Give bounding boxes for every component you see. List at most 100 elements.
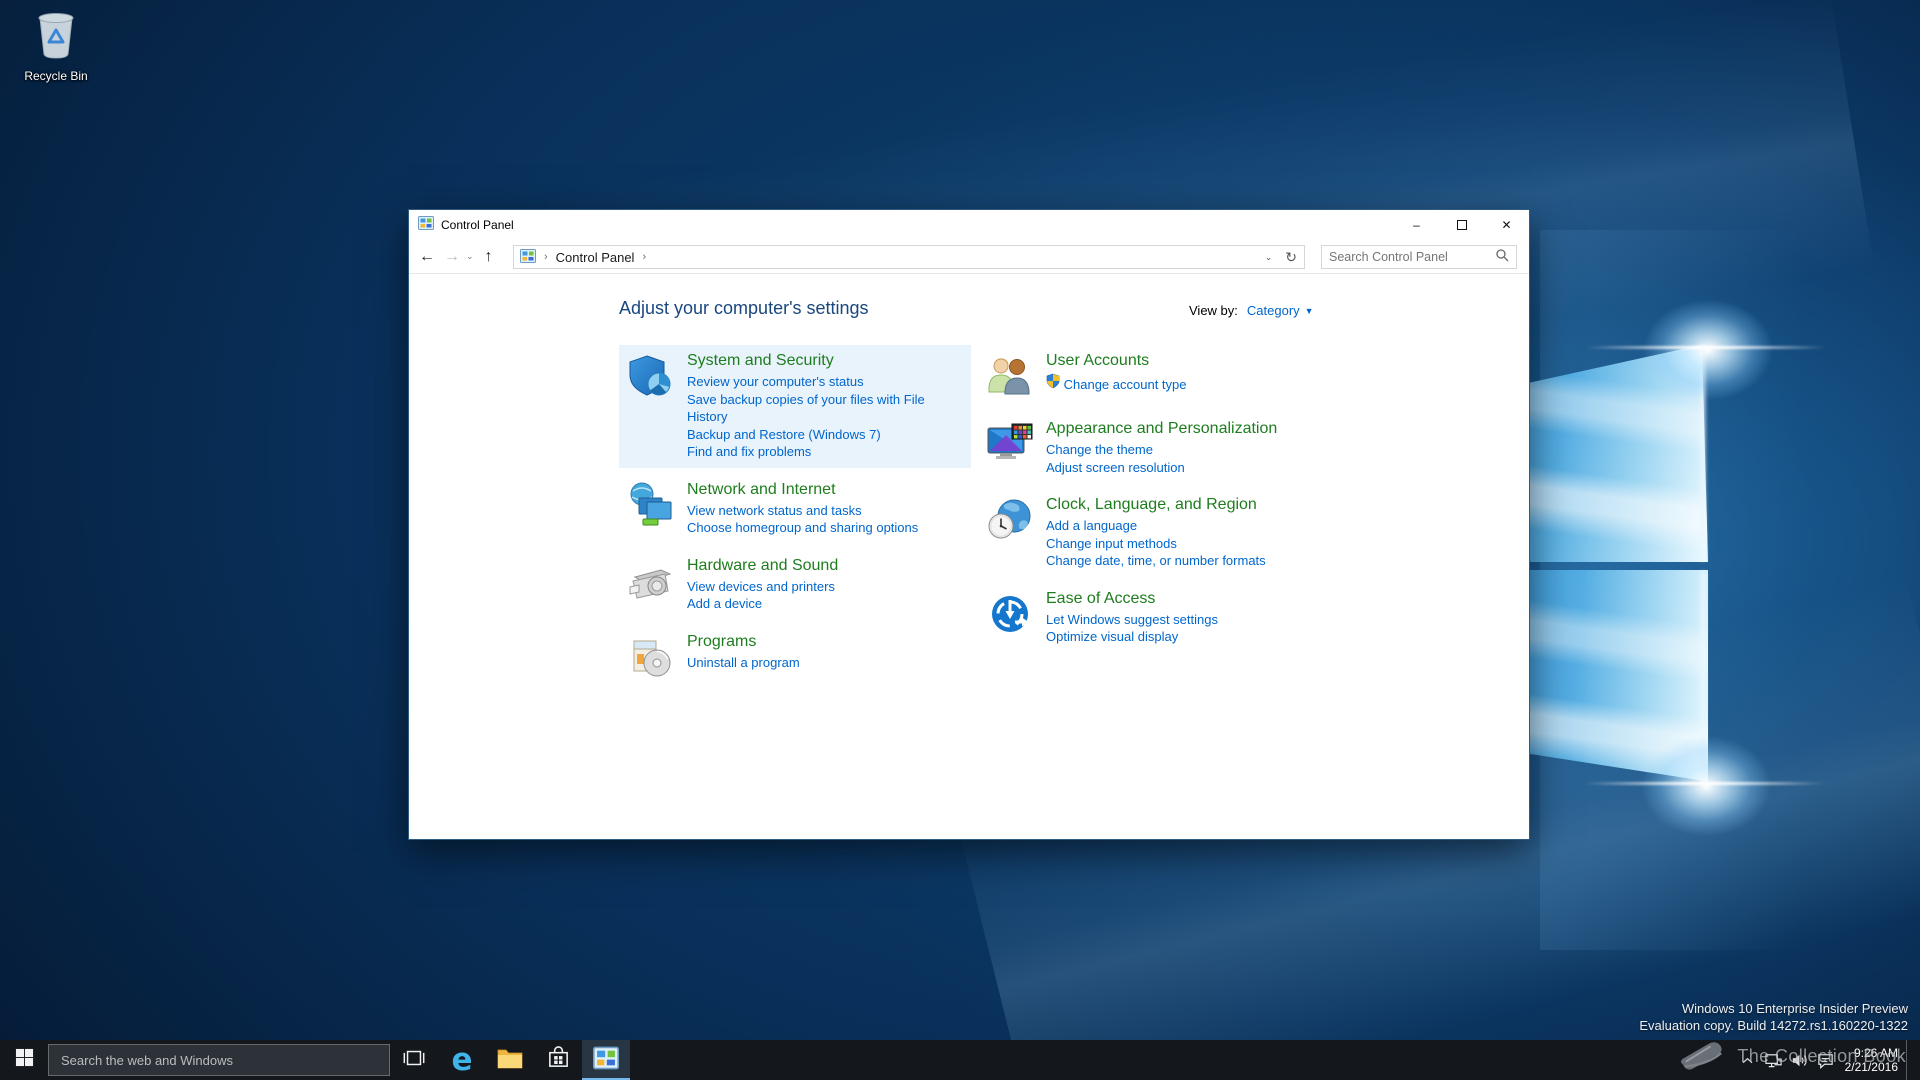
- address-dropdown-icon[interactable]: ⌄: [1258, 252, 1280, 263]
- task-link[interactable]: Adjust screen resolution: [1046, 459, 1277, 477]
- start-button[interactable]: [0, 1040, 48, 1080]
- control-panel-window: Control Panel – ✕ ← → ⌄ ↑ › Control Pane…: [408, 209, 1530, 840]
- window-title: Control Panel: [441, 218, 514, 232]
- task-link-change-account-type[interactable]: Change account type: [1046, 373, 1187, 394]
- task-link[interactable]: Find and fix problems: [687, 443, 963, 461]
- file-explorer-taskbar-button[interactable]: [486, 1040, 534, 1080]
- edge-taskbar-button[interactable]: e: [438, 1040, 486, 1080]
- system-tray: 9:26 AM 2/21/2016: [1735, 1040, 1920, 1080]
- category-network-and-internet[interactable]: Network and Internet View network status…: [619, 474, 971, 544]
- store-icon: [546, 1045, 571, 1075]
- category-appearance-personalization[interactable]: Appearance and Personalization Change th…: [978, 413, 1348, 483]
- control-panel-taskbar-button[interactable]: [582, 1040, 630, 1080]
- close-button[interactable]: ✕: [1484, 210, 1529, 239]
- clock-date: 2/21/2016: [1844, 1060, 1898, 1074]
- task-view-button[interactable]: [390, 1040, 438, 1080]
- category-column-left: System and Security Review your computer…: [619, 345, 971, 694]
- chevron-down-icon: ▼: [1304, 305, 1314, 316]
- windows-logo-icon: [15, 1048, 34, 1072]
- task-link[interactable]: Let Windows suggest settings: [1046, 611, 1218, 629]
- back-button[interactable]: ←: [419, 248, 435, 265]
- watermark-line1: Windows 10 Enterprise Insider Preview: [1681, 1001, 1908, 1016]
- task-link[interactable]: Add a language: [1046, 517, 1266, 535]
- uac-shield-icon: [1046, 373, 1064, 392]
- history-dropdown-icon[interactable]: ⌄: [466, 252, 474, 261]
- task-link[interactable]: Backup and Restore (Windows 7): [687, 426, 963, 444]
- minimize-icon: –: [1413, 217, 1420, 232]
- breadcrumb-control-panel[interactable]: Control Panel: [556, 250, 635, 265]
- windows-logo-flare: [1616, 716, 1796, 856]
- windows-logo-flare-spike: [1586, 346, 1826, 349]
- watermark-line2: Evaluation copy. Build 14272.rs1.160220-…: [1639, 1018, 1908, 1033]
- task-link[interactable]: Change input methods: [1046, 535, 1266, 553]
- recycle-bin-icon: [32, 13, 80, 66]
- task-link[interactable]: View devices and printers: [687, 578, 838, 596]
- volume-tray-icon[interactable]: [1787, 1040, 1813, 1080]
- category-title[interactable]: Network and Internet: [687, 481, 918, 499]
- task-link[interactable]: View network status and tasks: [687, 502, 918, 520]
- breadcrumb-chevron-icon[interactable]: ›: [544, 251, 548, 263]
- network-tray-icon[interactable]: [1761, 1040, 1787, 1080]
- file-explorer-icon: [497, 1047, 523, 1074]
- store-taskbar-button[interactable]: [534, 1040, 582, 1080]
- title-bar[interactable]: Control Panel – ✕: [409, 210, 1529, 240]
- task-link[interactable]: Save backup copies of your files with Fi…: [687, 391, 963, 426]
- taskbar-search-input[interactable]: [49, 1052, 389, 1068]
- show-desktop-button[interactable]: [1906, 1040, 1912, 1080]
- search-icon[interactable]: [1495, 248, 1509, 267]
- windows-logo-flare: [1618, 280, 1798, 420]
- category-title[interactable]: Clock, Language, and Region: [1046, 496, 1266, 514]
- task-link-label: Change account type: [1063, 377, 1187, 392]
- close-icon: ✕: [1501, 217, 1512, 232]
- appearance-personalization-icon: [986, 420, 1034, 468]
- category-title[interactable]: Hardware and Sound: [687, 557, 838, 575]
- programs-icon: [627, 633, 675, 681]
- view-by-dropdown[interactable]: Category ▼: [1247, 303, 1314, 318]
- task-link[interactable]: Change date, time, or number formats: [1046, 552, 1266, 570]
- category-programs[interactable]: Programs Uninstall a program: [619, 626, 971, 688]
- category-user-accounts[interactable]: User Accounts Change account type: [978, 345, 1348, 407]
- view-by-label: View by:: [1189, 303, 1238, 318]
- category-clock-language-region[interactable]: Clock, Language, and Region Add a langua…: [978, 489, 1348, 577]
- up-button[interactable]: ↑: [485, 248, 493, 265]
- maximize-icon: [1456, 219, 1467, 230]
- maximize-button[interactable]: [1439, 210, 1484, 239]
- ease-of-access-icon: [986, 590, 1034, 638]
- category-title[interactable]: User Accounts: [1046, 352, 1187, 370]
- category-title[interactable]: Appearance and Personalization: [1046, 420, 1277, 438]
- desktop: Recycle Bin Control Panel – ✕ ← → ⌄ ↑ › …: [0, 0, 1920, 1080]
- category-title[interactable]: Ease of Access: [1046, 590, 1218, 608]
- recycle-bin-label: Recycle Bin: [24, 69, 88, 83]
- refresh-icon[interactable]: ↻: [1279, 249, 1303, 266]
- action-center-tray-icon[interactable]: [1813, 1040, 1839, 1080]
- category-system-and-security[interactable]: System and Security Review your computer…: [619, 345, 971, 468]
- recycle-bin-desktop-icon[interactable]: Recycle Bin: [16, 8, 96, 83]
- category-hardware-and-sound[interactable]: Hardware and Sound View devices and prin…: [619, 550, 971, 620]
- search-input[interactable]: [1322, 250, 1495, 264]
- address-bar[interactable]: › Control Panel › ⌄ ↻: [513, 245, 1305, 269]
- search-box[interactable]: [1321, 245, 1517, 269]
- breadcrumb-chevron-icon[interactable]: ›: [642, 251, 646, 263]
- task-view-icon: [402, 1046, 426, 1075]
- task-link[interactable]: Add a device: [687, 595, 838, 613]
- category-title[interactable]: Programs: [687, 633, 800, 651]
- show-hidden-icons-button[interactable]: [1735, 1040, 1761, 1080]
- task-link[interactable]: Optimize visual display: [1046, 628, 1218, 646]
- system-security-icon: [627, 352, 675, 400]
- view-by-value: Category: [1246, 303, 1300, 318]
- task-link[interactable]: Change the theme: [1046, 441, 1277, 459]
- category-ease-of-access[interactable]: Ease of Access Let Windows suggest setti…: [978, 583, 1348, 653]
- windows-evaluation-watermark: Windows 10 Enterprise Insider Preview Ev…: [1639, 1000, 1908, 1034]
- task-link[interactable]: Uninstall a program: [687, 654, 800, 672]
- network-internet-icon: [627, 481, 675, 529]
- control-panel-home: Adjust your computer's settings View by:…: [409, 274, 1529, 839]
- taskbar-search-box[interactable]: [48, 1044, 390, 1076]
- forward-button[interactable]: →: [444, 248, 460, 265]
- category-title[interactable]: System and Security: [687, 352, 963, 370]
- task-link[interactable]: Review your computer's status: [687, 373, 963, 391]
- task-link[interactable]: Choose homegroup and sharing options: [687, 519, 918, 537]
- hardware-sound-icon: [627, 557, 675, 605]
- taskbar-clock[interactable]: 9:26 AM 2/21/2016: [1845, 1046, 1898, 1074]
- user-accounts-icon: [986, 352, 1034, 400]
- minimize-button[interactable]: –: [1394, 210, 1439, 239]
